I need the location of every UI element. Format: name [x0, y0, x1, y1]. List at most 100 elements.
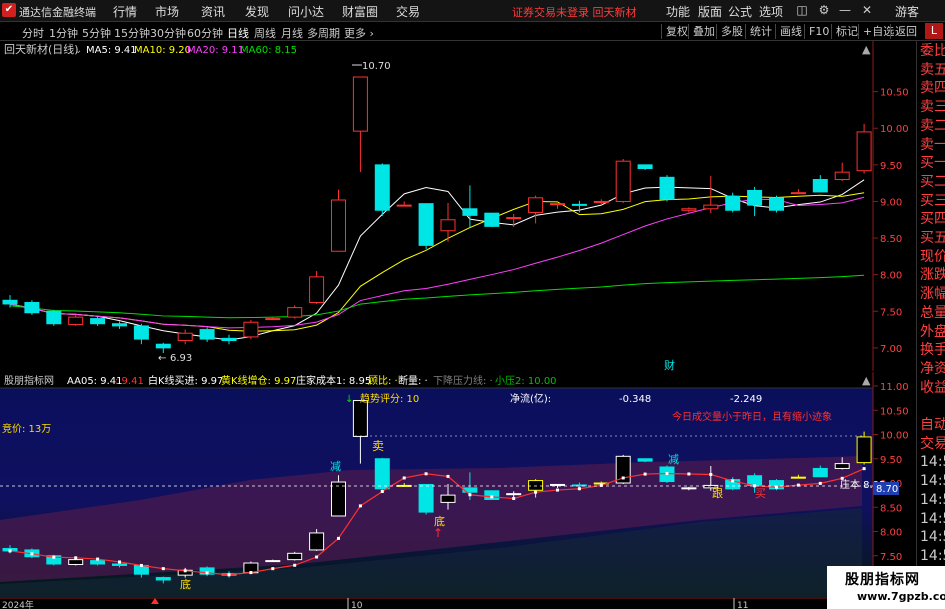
sidebar-item-15[interactable]: 外盘 [920, 322, 945, 342]
sidebar-item-14[interactable]: 总量 [920, 303, 945, 323]
tool-overlay-button[interactable]: 叠加 [688, 24, 715, 39]
candle[interactable] [24, 300, 40, 315]
sidebar-item-9[interactable]: 买四 [920, 209, 945, 229]
down-pressure-label: 下降压力线: · [433, 374, 493, 387]
candle[interactable] [418, 203, 434, 250]
sidebar-item-3[interactable]: 卖三 [920, 97, 945, 117]
indicator-candle[interactable] [374, 457, 390, 493]
tool-add-watchlist-button[interactable]: +自选 [858, 24, 894, 39]
indicator-candle[interactable] [418, 483, 434, 515]
sidebar-item-19[interactable] [920, 396, 945, 416]
period-tab-weekly[interactable]: 周线 [254, 25, 276, 41]
menu-discover[interactable]: 发现 [245, 3, 269, 20]
candle[interactable] [46, 309, 62, 326]
sidebar-item-24[interactable]: 14:56 [920, 490, 945, 510]
indicator-candle[interactable] [637, 458, 653, 463]
aa05-point [818, 481, 822, 485]
sidebar-item-21[interactable]: 交易 [920, 434, 945, 454]
menu-trade[interactable]: 交易 [396, 3, 420, 20]
sidebar-item-5[interactable]: 卖一 [920, 135, 945, 155]
period-tab-daily[interactable]: 日线 [227, 25, 249, 41]
close-icon[interactable]: ✕ [858, 2, 876, 18]
sidebar-item-18[interactable]: 收益 [920, 378, 945, 398]
collapse-icon[interactable]: ▲ [862, 43, 871, 56]
period-tab-60min[interactable]: 60分钟 [187, 25, 223, 41]
period-tab-intraday[interactable]: 分时 [22, 25, 44, 41]
period-tab-30min[interactable]: 30分钟 [150, 25, 186, 41]
candle[interactable] [659, 175, 675, 202]
menu-options[interactable]: 选项 [759, 3, 783, 20]
indicator-chart[interactable]: 11.0010.5010.009.509.008.508.007.507.00 … [0, 372, 916, 598]
tool-back-button[interactable]: 返回 [890, 24, 917, 39]
menu-fortune-circle[interactable]: 财富圈 [342, 3, 378, 20]
skin-icon[interactable]: ◫ [793, 2, 811, 18]
date-axis-nov: 11 [737, 601, 748, 609]
small-pressure-label: 小压2: 10.00 [495, 375, 557, 387]
candle[interactable] [615, 158, 631, 203]
tool-mark-button[interactable]: 标记 [831, 24, 858, 39]
sidebar-item-7[interactable]: 买二 [920, 172, 945, 192]
menu-news[interactable]: 资讯 [201, 3, 225, 20]
candle[interactable] [243, 320, 259, 340]
aa05-point [556, 488, 559, 492]
aa05-point [512, 497, 516, 501]
sidebar-item-11[interactable]: 现价 [920, 247, 945, 267]
indicator-candle[interactable] [287, 551, 303, 561]
sidebar-item-27[interactable]: 14:56 [920, 546, 945, 566]
indicator-candle[interactable] [856, 431, 872, 465]
tool-multi-stock-button[interactable]: 多股 [716, 24, 743, 39]
ma-toggle-icon[interactable]: ⌄ [74, 45, 82, 56]
sidebar-item-16[interactable]: 换手 [920, 340, 945, 360]
sidebar-item-6[interactable]: 买一 [920, 153, 945, 173]
period-tab-more[interactable]: 更多 › [344, 25, 374, 41]
tool-draw-button[interactable]: 画线 [775, 24, 802, 39]
kline-chart[interactable]: 10.50 10.00 9.50 9.00 8.50 8.00 7.50 7.00 回天新材(… [0, 41, 916, 371]
minimize-icon[interactable]: — [836, 2, 854, 18]
sidebar-item-4[interactable]: 卖二 [920, 116, 945, 136]
sidebar-item-17[interactable]: 净资 [920, 359, 945, 379]
sidebar-item-20[interactable]: 自动 [920, 415, 945, 435]
menu-market-quotes[interactable]: 行情 [113, 3, 137, 20]
sidebar-item-23[interactable]: 14:56 [920, 471, 945, 491]
tool-adjust-button[interactable]: 复权 [661, 24, 688, 39]
menu-function[interactable]: 功能 [666, 3, 690, 20]
financial-event-marker[interactable]: 财 [664, 358, 675, 371]
sidebar-item-8[interactable]: 买三 [920, 191, 945, 211]
aa05-point [665, 471, 669, 475]
aa05-point [139, 563, 143, 567]
menu-formula[interactable]: 公式 [728, 3, 752, 20]
sidebar-item-10[interactable]: 买五 [920, 228, 945, 248]
guest-label[interactable]: 游客 [895, 3, 919, 20]
menu-market[interactable]: 市场 [155, 3, 179, 20]
sidebar-item-25[interactable]: 14:56 [920, 509, 945, 529]
period-tab-monthly[interactable]: 月线 [281, 25, 303, 41]
indicator-candle[interactable] [484, 490, 500, 500]
l-badge[interactable]: L [925, 23, 943, 39]
sidebar-item-22[interactable]: 14:56 [920, 452, 945, 472]
tool-f10-button[interactable]: F10 [804, 24, 829, 39]
period-tab-5min[interactable]: 5分钟 [82, 25, 111, 41]
candle[interactable] [484, 212, 500, 228]
menu-ask[interactable]: 问小达 [288, 3, 324, 20]
candle[interactable] [287, 305, 303, 319]
indicator-candle[interactable] [199, 566, 215, 577]
settings-icon[interactable]: ⚙ [815, 2, 833, 18]
date-axis: 2024年 10 11 [0, 598, 873, 609]
sidebar-item-13[interactable]: 涨幅 [920, 284, 945, 304]
sidebar-item-12[interactable]: 涨跌 [920, 265, 945, 285]
sidebar-item-1[interactable]: 卖五 [920, 60, 945, 80]
period-tab-multi[interactable]: 多周期 [307, 25, 340, 41]
menu-layout[interactable]: 版面 [698, 3, 722, 20]
tool-stats-button[interactable]: 统计 [745, 24, 772, 39]
period-tab-15min[interactable]: 15分钟 [114, 25, 150, 41]
candle[interactable] [374, 163, 390, 217]
collapse-indicator-icon[interactable]: ▲ [862, 374, 871, 387]
sidebar-item-2[interactable]: 卖四 [920, 78, 945, 98]
candle[interactable] [769, 195, 784, 213]
sidebar-item-0[interactable]: 委比 [920, 41, 945, 61]
login-status: 证券交易未登录 回天新材 [512, 6, 637, 19]
period-tab-1min[interactable]: 1分钟 [49, 25, 78, 41]
sidebar-item-26[interactable]: 14:56 [920, 527, 945, 547]
price-tick-label: 10.50 [880, 88, 909, 99]
price-tick-label: 9.00 [880, 197, 902, 208]
